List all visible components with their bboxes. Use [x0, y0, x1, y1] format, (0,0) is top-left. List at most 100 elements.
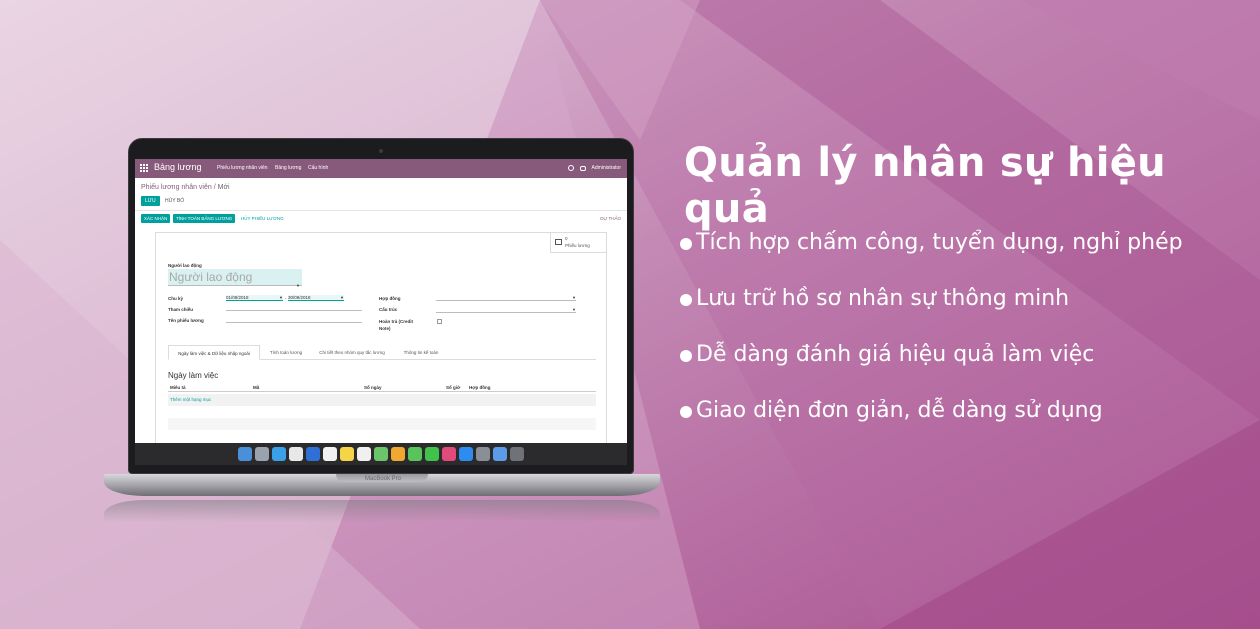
- refund-label: Hoàn trả (Credit: [379, 319, 414, 324]
- menu-payslips[interactable]: Phiếu lương nhân viên: [217, 165, 268, 171]
- maps-icon[interactable]: [374, 447, 388, 461]
- laptop-lid: Bảng lương Phiếu lương nhân viên Bảng lư…: [128, 138, 634, 474]
- app-name: Bảng lương: [154, 162, 202, 172]
- tab-accounting[interactable]: Thông tin kế toán: [396, 345, 446, 360]
- finder-icon[interactable]: [238, 447, 252, 461]
- add-line-link[interactable]: Thêm một hạng mục: [170, 397, 211, 402]
- dropdown-caret-icon: ▼: [340, 295, 344, 300]
- discard-button[interactable]: HỦY BỎ: [165, 196, 184, 206]
- dropdown-caret-icon: ▼: [572, 307, 576, 312]
- folder-icon[interactable]: [493, 447, 507, 461]
- structure-field[interactable]: ▼: [436, 307, 576, 313]
- apps-grid-icon[interactable]: [140, 164, 148, 172]
- notes-icon[interactable]: [340, 447, 354, 461]
- date-to-field[interactable]: 30/09/2018 ▼: [288, 295, 344, 301]
- employee-label: Người lao động: [168, 263, 202, 268]
- payslip-icon: [555, 239, 562, 245]
- period-label: Chu kỳ: [168, 296, 184, 301]
- col-days[interactable]: Số ngày: [364, 385, 382, 390]
- employee-placeholder: Người lao động: [169, 270, 253, 284]
- contract-field[interactable]: ▼: [436, 295, 576, 301]
- contacts-icon[interactable]: [289, 447, 303, 461]
- app-store-icon[interactable]: [459, 447, 473, 461]
- dropdown-caret-icon: ▼: [572, 295, 576, 300]
- reference-label: Tham chiếu: [168, 307, 194, 312]
- user-menu[interactable]: Administrator: [592, 165, 621, 171]
- tab-salary-computation[interactable]: Tính toán lương: [264, 345, 308, 360]
- payslip-name-field[interactable]: [226, 317, 362, 323]
- facetime-icon[interactable]: [425, 447, 439, 461]
- bullet-icon: [680, 294, 692, 306]
- cancel-payslip-button[interactable]: HỦY PHIẾU LƯƠNG: [241, 214, 284, 223]
- music-icon[interactable]: [442, 447, 456, 461]
- compute-sheet-button[interactable]: TÍNH TOÁN BẢNG LƯƠNG: [173, 214, 236, 223]
- mail-icon[interactable]: [306, 447, 320, 461]
- feature-item: Dễ dàng đánh giá hiệu quả làm việc: [680, 342, 1183, 398]
- dropdown-caret-icon: ▼: [279, 295, 283, 300]
- payslip-smart-button[interactable]: 0 Phiếu lương: [550, 233, 606, 253]
- laptop-reflection: [104, 500, 660, 522]
- feature-item: Tích hợp chấm công, tuyển dụng, nghỉ phé…: [680, 230, 1183, 286]
- feature-text: Dễ dàng đánh giá hiệu quả làm việc: [696, 342, 1095, 367]
- safari-icon[interactable]: [272, 447, 286, 461]
- breadcrumb-separator: /: [213, 184, 216, 191]
- activity-clock-icon[interactable]: [567, 165, 574, 171]
- refund-checkbox[interactable]: [437, 319, 442, 324]
- calendar-icon[interactable]: [323, 447, 337, 461]
- breadcrumb: Phiếu lương nhân viên / Mới: [141, 184, 230, 191]
- menu-configuration[interactable]: Cấu hình: [308, 165, 328, 171]
- tab-rule-details[interactable]: Chi tiết theo nhóm quy tắc lương: [312, 345, 392, 360]
- bullet-icon: [680, 238, 692, 250]
- breadcrumb-current: Mới: [217, 184, 230, 191]
- status-badge: DỰ THẢO: [600, 216, 621, 221]
- contract-label: Hợp đồng: [379, 296, 401, 301]
- settings-icon[interactable]: [476, 447, 490, 461]
- table-row: [168, 418, 596, 430]
- menu-payroll[interactable]: Bảng lương: [275, 165, 301, 171]
- bullet-icon: [680, 350, 692, 362]
- payslip-name-label: Tên phiếu lương: [168, 318, 204, 323]
- breadcrumb-parent[interactable]: Phiếu lương nhân viên: [141, 184, 212, 191]
- col-description[interactable]: Miêu tả: [170, 385, 186, 390]
- col-hours[interactable]: Số giờ: [446, 385, 460, 390]
- date-separator: -: [285, 296, 287, 301]
- feature-text: Giao diện đơn giản, dễ dàng sử dụng: [696, 398, 1103, 423]
- payslip-smart-label: Phiếu lương: [565, 243, 590, 248]
- reminders-icon[interactable]: [357, 447, 371, 461]
- promo-title: Quản lý nhân sự hiệu quả: [684, 140, 1166, 232]
- trash-icon[interactable]: [510, 447, 524, 461]
- employee-field[interactable]: Người lao động ▼: [168, 269, 302, 288]
- form-tabs: Ngày làm việc & Dữ liệu nhập ngoài Tính …: [168, 345, 596, 360]
- topbar-right: Administrator: [567, 165, 621, 171]
- date-from-field[interactable]: 01/09/2018 ▼: [226, 295, 283, 301]
- divider: [135, 210, 627, 211]
- date-from-value: 01/09/2018: [226, 295, 249, 300]
- chat-icon[interactable]: [579, 165, 586, 171]
- feature-list: Tích hợp chấm công, tuyển dụng, nghỉ phé…: [680, 230, 1183, 454]
- laptop-screen: Bảng lương Phiếu lương nhân viên Bảng lư…: [135, 159, 627, 443]
- table-row: Thêm một hạng mục: [168, 394, 596, 406]
- dropdown-caret-icon: ▼: [296, 283, 300, 288]
- form-sheet: 0 Phiếu lương Người lao động Người lao đ…: [155, 232, 607, 443]
- col-contract[interactable]: Hợp đồng: [469, 385, 490, 390]
- photos-icon[interactable]: [391, 447, 405, 461]
- macos-dock: [135, 443, 627, 465]
- top-navbar: Bảng lương Phiếu lương nhân viên Bảng lư…: [135, 159, 627, 178]
- col-code[interactable]: Mã: [253, 385, 259, 390]
- refund-label-note: Note): [379, 326, 391, 331]
- messages-icon[interactable]: [408, 447, 422, 461]
- date-to-value: 30/09/2018: [288, 295, 311, 300]
- worked-days-header: Miêu tả Mã Số ngày Số giờ Hợp đồng: [168, 383, 596, 392]
- launchpad-icon[interactable]: [255, 447, 269, 461]
- reference-field[interactable]: [226, 305, 362, 311]
- camera-dot: [379, 149, 383, 153]
- bullet-icon: [680, 406, 692, 418]
- feature-text: Tích hợp chấm công, tuyển dụng, nghỉ phé…: [696, 230, 1183, 255]
- feature-text: Lưu trữ hồ sơ nhân sự thông minh: [696, 286, 1070, 311]
- feature-item: Giao diện đơn giản, dễ dàng sử dụng: [680, 398, 1183, 454]
- confirm-button[interactable]: XÁC NHẬN: [141, 214, 171, 223]
- save-button[interactable]: LƯU: [141, 196, 160, 206]
- structure-label: Cấu trúc: [379, 307, 398, 312]
- payslip-count: 0: [565, 236, 568, 241]
- tab-worked-days[interactable]: Ngày làm việc & Dữ liệu nhập ngoài: [168, 345, 260, 360]
